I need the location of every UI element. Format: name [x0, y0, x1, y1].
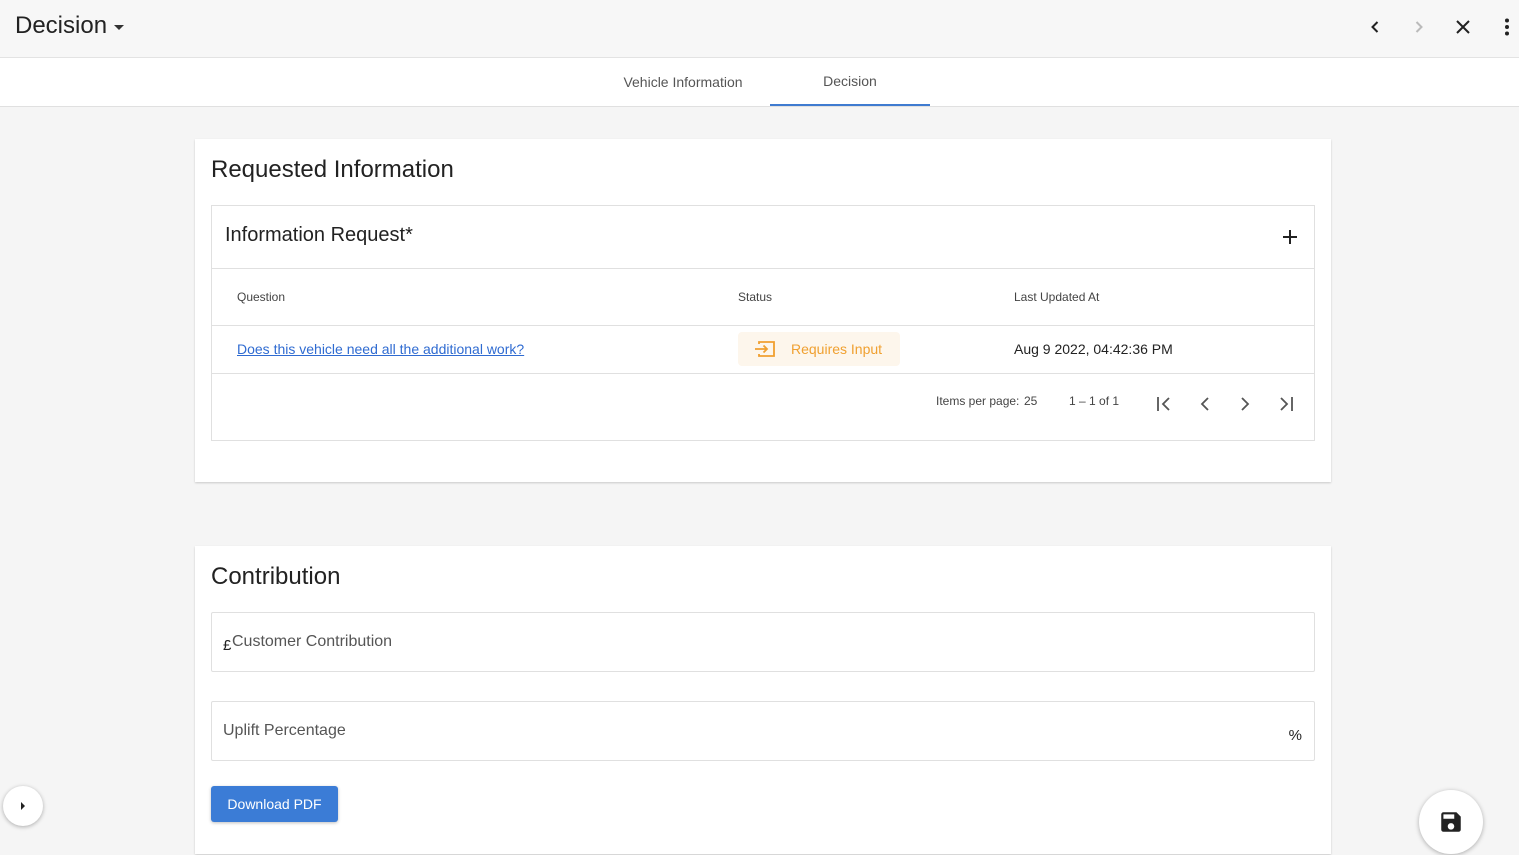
chevron-left-icon[interactable]	[1361, 13, 1389, 41]
column-header-status: Status	[738, 290, 773, 304]
top-bar: Decision	[0, 0, 1519, 58]
first-page-icon[interactable]	[1153, 392, 1177, 416]
previous-page-icon[interactable]	[1193, 392, 1217, 416]
next-page-icon[interactable]	[1233, 392, 1257, 416]
information-request-header: Information Request*	[212, 206, 1314, 269]
row-divider	[212, 325, 1314, 326]
tab-bar: Vehicle Information Decision	[0, 58, 1519, 107]
page-title: Decision	[15, 12, 108, 39]
contribution-card: Contribution £ Customer Contribution Upl…	[195, 546, 1331, 854]
question-link[interactable]: Does this vehicle need all the additiona…	[237, 341, 524, 357]
items-per-page-select[interactable]: 25	[1024, 394, 1037, 408]
column-header-last-updated: Last Updated At	[1014, 290, 1100, 304]
uplift-percentage-label: Uplift Percentage	[223, 722, 346, 739]
add-icon[interactable]	[1280, 227, 1300, 247]
save-button[interactable]	[1419, 790, 1483, 854]
save-icon	[1441, 812, 1461, 832]
customer-contribution-label: Customer Contribution	[232, 633, 393, 650]
input-icon	[755, 341, 775, 357]
contribution-title: Contribution	[211, 563, 341, 590]
currency-prefix: £	[223, 637, 232, 654]
decision-dropdown[interactable]: Decision	[15, 10, 125, 42]
status-text: Requires Input	[791, 341, 883, 357]
caret-right-icon	[21, 802, 25, 810]
sidebar-toggle-button[interactable]	[3, 786, 43, 826]
tab-decision[interactable]: Decision	[770, 58, 930, 106]
requested-information-card: Requested Information Information Reques…	[195, 139, 1331, 482]
percent-suffix: %	[1288, 727, 1302, 744]
uplift-percentage-field[interactable]: Uplift Percentage %	[211, 701, 1315, 761]
last-page-icon[interactable]	[1273, 392, 1297, 416]
requested-information-title: Requested Information	[211, 156, 454, 183]
items-per-page-label: Items per page:	[936, 394, 1020, 408]
status-badge: Requires Input	[738, 332, 900, 366]
information-request-panel: Information Request* Question Status Las…	[211, 205, 1315, 441]
information-request-title: Information Request*	[225, 224, 413, 246]
tab-vehicle-information[interactable]: Vehicle Information	[603, 58, 763, 106]
pagination-range: 1 – 1 of 1	[1069, 394, 1120, 408]
row-divider	[212, 373, 1314, 374]
customer-contribution-field[interactable]: £ Customer Contribution	[211, 612, 1315, 672]
column-header-question: Question	[237, 290, 286, 304]
download-pdf-button[interactable]: Download PDF	[211, 786, 338, 822]
caret-down-icon	[114, 24, 125, 30]
last-updated-value: Aug 9 2022, 04:42:36 PM	[1014, 341, 1173, 357]
more-vert-icon[interactable]	[1493, 13, 1519, 41]
chevron-right-icon[interactable]	[1405, 13, 1433, 41]
close-icon[interactable]	[1449, 13, 1477, 41]
